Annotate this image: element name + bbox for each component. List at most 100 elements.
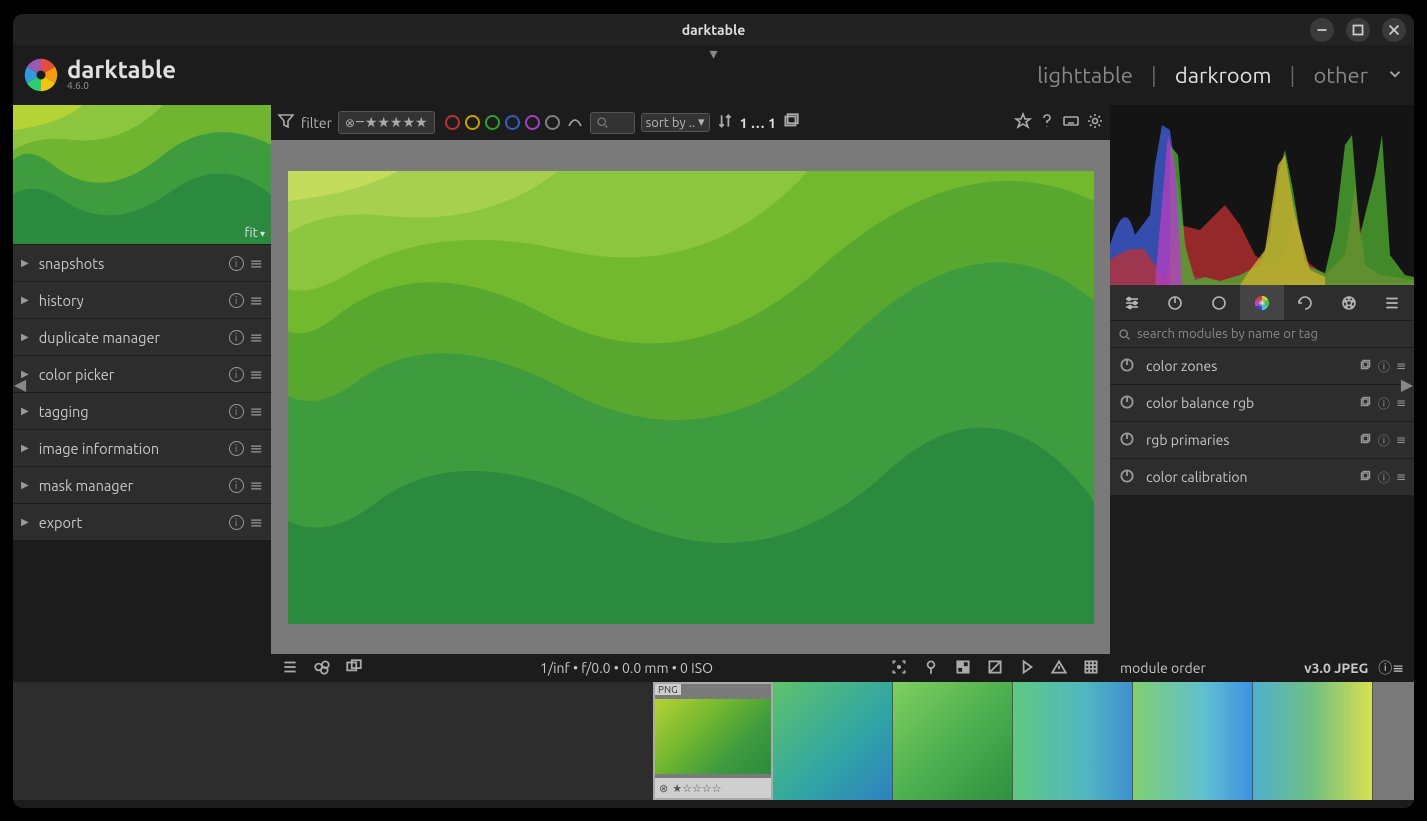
left-panel-item[interactable]: ▶taggingi≡ <box>13 393 271 429</box>
tab-color[interactable] <box>1240 285 1283 320</box>
filmstrip-thumb-selected[interactable]: PNG ⊗ ★☆☆☆☆ <box>653 682 773 800</box>
info-icon[interactable]: i <box>229 478 244 493</box>
navigation-thumbnail[interactable]: fit <box>13 105 271 244</box>
module-search-input[interactable]: search modules by name or tag <box>1110 321 1414 347</box>
multi-instance-icon[interactable] <box>1359 469 1372 485</box>
main-image[interactable] <box>288 171 1094 624</box>
collapse-icon[interactable] <box>782 112 800 133</box>
power-icon[interactable] <box>1118 430 1136 451</box>
tab-base[interactable] <box>1197 285 1240 320</box>
power-icon[interactable] <box>1118 467 1136 488</box>
info-icon[interactable]: ⓘ <box>1378 395 1390 412</box>
styles-icon[interactable] <box>313 658 331 679</box>
sort-dropdown[interactable]: sort by .. ▾ <box>641 113 710 132</box>
info-icon[interactable]: i <box>229 256 244 271</box>
left-panel-item[interactable]: ▶duplicate manageri≡ <box>13 319 271 355</box>
tab-correct[interactable] <box>1284 285 1327 320</box>
right-panel-toggle[interactable]: ▶ <box>1400 369 1414 399</box>
multi-instance-icon[interactable] <box>1359 432 1372 448</box>
reject-icon[interactable]: ⊗ <box>659 782 668 795</box>
info-icon[interactable]: i <box>229 404 244 419</box>
info-icon[interactable]: ⓘ <box>1378 432 1390 449</box>
info-icon[interactable]: ⓘ <box>1378 469 1390 486</box>
focus-peaking-icon[interactable] <box>890 658 908 679</box>
sort-direction-icon[interactable] <box>716 112 734 133</box>
multi-instance-icon[interactable] <box>1359 395 1372 411</box>
hamburger-icon[interactable]: ≡ <box>250 328 263 347</box>
color-filter-dot[interactable] <box>485 115 500 130</box>
module-item[interactable]: color calibrationⓘ≡ <box>1110 459 1414 495</box>
hamburger-icon[interactable]: ≡ <box>250 476 263 495</box>
power-icon[interactable] <box>1118 393 1136 414</box>
filmstrip-thumb[interactable] <box>1133 682 1253 800</box>
view-darkroom[interactable]: darkroom <box>1175 63 1272 88</box>
power-icon[interactable] <box>1118 356 1136 377</box>
view-menu-chevron-icon[interactable] <box>1386 63 1404 88</box>
minimize-button[interactable] <box>1310 18 1334 42</box>
hamburger-icon[interactable]: ≡ <box>250 365 263 384</box>
hamburger-icon[interactable]: ≡ <box>1396 433 1406 447</box>
left-panel-item[interactable]: ▶color pickeri≡ <box>13 356 271 392</box>
filter-icon[interactable] <box>277 112 295 133</box>
info-icon[interactable]: i <box>229 330 244 345</box>
color-filter-dot[interactable] <box>445 115 460 130</box>
color-filter-dot[interactable] <box>505 115 520 130</box>
softproof-icon[interactable] <box>1018 658 1036 679</box>
info-icon[interactable]: ⓘ <box>1378 358 1390 375</box>
close-button[interactable] <box>1382 18 1406 42</box>
search-input[interactable] <box>590 112 635 134</box>
filmstrip-thumb[interactable] <box>893 682 1013 800</box>
module-item[interactable]: color zonesⓘ≡ <box>1110 348 1414 384</box>
rating-filter[interactable]: ⊗─ ★★★★★ <box>338 111 435 134</box>
display-transform-icon[interactable] <box>954 658 972 679</box>
left-panel-item[interactable]: ▶exporti≡ <box>13 504 271 540</box>
color-filter-dot[interactable] <box>465 115 480 130</box>
info-icon[interactable]: i <box>229 441 244 456</box>
hamburger-icon[interactable]: ≡ <box>250 513 263 532</box>
color-filter-dot[interactable] <box>525 115 540 130</box>
module-item[interactable]: color balance rgbⓘ≡ <box>1110 385 1414 421</box>
second-window-icon[interactable] <box>345 658 363 679</box>
info-icon[interactable]: ⓘ <box>1378 658 1392 678</box>
keyboard-icon[interactable] <box>1062 112 1080 133</box>
left-panel-item[interactable]: ▶historyi≡ <box>13 282 271 318</box>
filmstrip-thumb[interactable] <box>773 682 893 800</box>
module-order-panel[interactable]: module order v3.0 JPEG ⓘ ≡ <box>1110 654 1414 682</box>
maximize-button[interactable] <box>1346 18 1370 42</box>
zoom-fit-dropdown[interactable]: fit <box>244 226 265 240</box>
filmstrip-thumb[interactable] <box>1253 682 1373 800</box>
quick-access-icon[interactable] <box>281 658 299 679</box>
module-item[interactable]: rgb primariesⓘ≡ <box>1110 422 1414 458</box>
view-other[interactable]: other <box>1313 63 1368 88</box>
top-panel-toggle[interactable]: ▾ <box>709 44 717 63</box>
preferences-gear-icon[interactable] <box>1086 112 1104 133</box>
info-icon[interactable]: i <box>229 515 244 530</box>
hamburger-icon[interactable]: ≡ <box>250 254 263 273</box>
hamburger-icon[interactable]: ≡ <box>250 439 263 458</box>
tab-active[interactable] <box>1153 285 1196 320</box>
tab-effect[interactable] <box>1327 285 1370 320</box>
shape-filter-icon[interactable] <box>566 112 584 133</box>
guides-icon[interactable] <box>1082 658 1100 679</box>
star-icon[interactable] <box>1014 112 1032 133</box>
left-panel-item[interactable]: ▶snapshotsi≡ <box>13 245 271 281</box>
left-panel-item[interactable]: ▶image informationi≡ <box>13 430 271 466</box>
left-panel-toggle[interactable]: ◀ <box>13 369 27 399</box>
histogram[interactable] <box>1110 105 1414 285</box>
tab-preset-menu[interactable] <box>1371 285 1414 320</box>
info-icon[interactable]: i <box>229 293 244 308</box>
iso-icon[interactable] <box>922 658 940 679</box>
gamut-check-icon[interactable] <box>1050 658 1068 679</box>
multi-instance-icon[interactable] <box>1359 358 1372 374</box>
tab-quick-access[interactable] <box>1110 285 1153 320</box>
overexposed-icon[interactable] <box>986 658 1004 679</box>
color-filter-dot[interactable] <box>545 115 560 130</box>
hamburger-icon[interactable]: ≡ <box>1396 470 1406 484</box>
star-rating[interactable]: ★☆☆☆☆ <box>672 782 721 795</box>
left-panel-item[interactable]: ▶mask manageri≡ <box>13 467 271 503</box>
filmstrip-thumb[interactable] <box>1013 682 1133 800</box>
hamburger-icon[interactable]: ≡ <box>250 402 263 421</box>
info-icon[interactable]: i <box>229 367 244 382</box>
hamburger-icon[interactable]: ≡ <box>250 291 263 310</box>
view-lighttable[interactable]: lighttable <box>1037 63 1133 88</box>
